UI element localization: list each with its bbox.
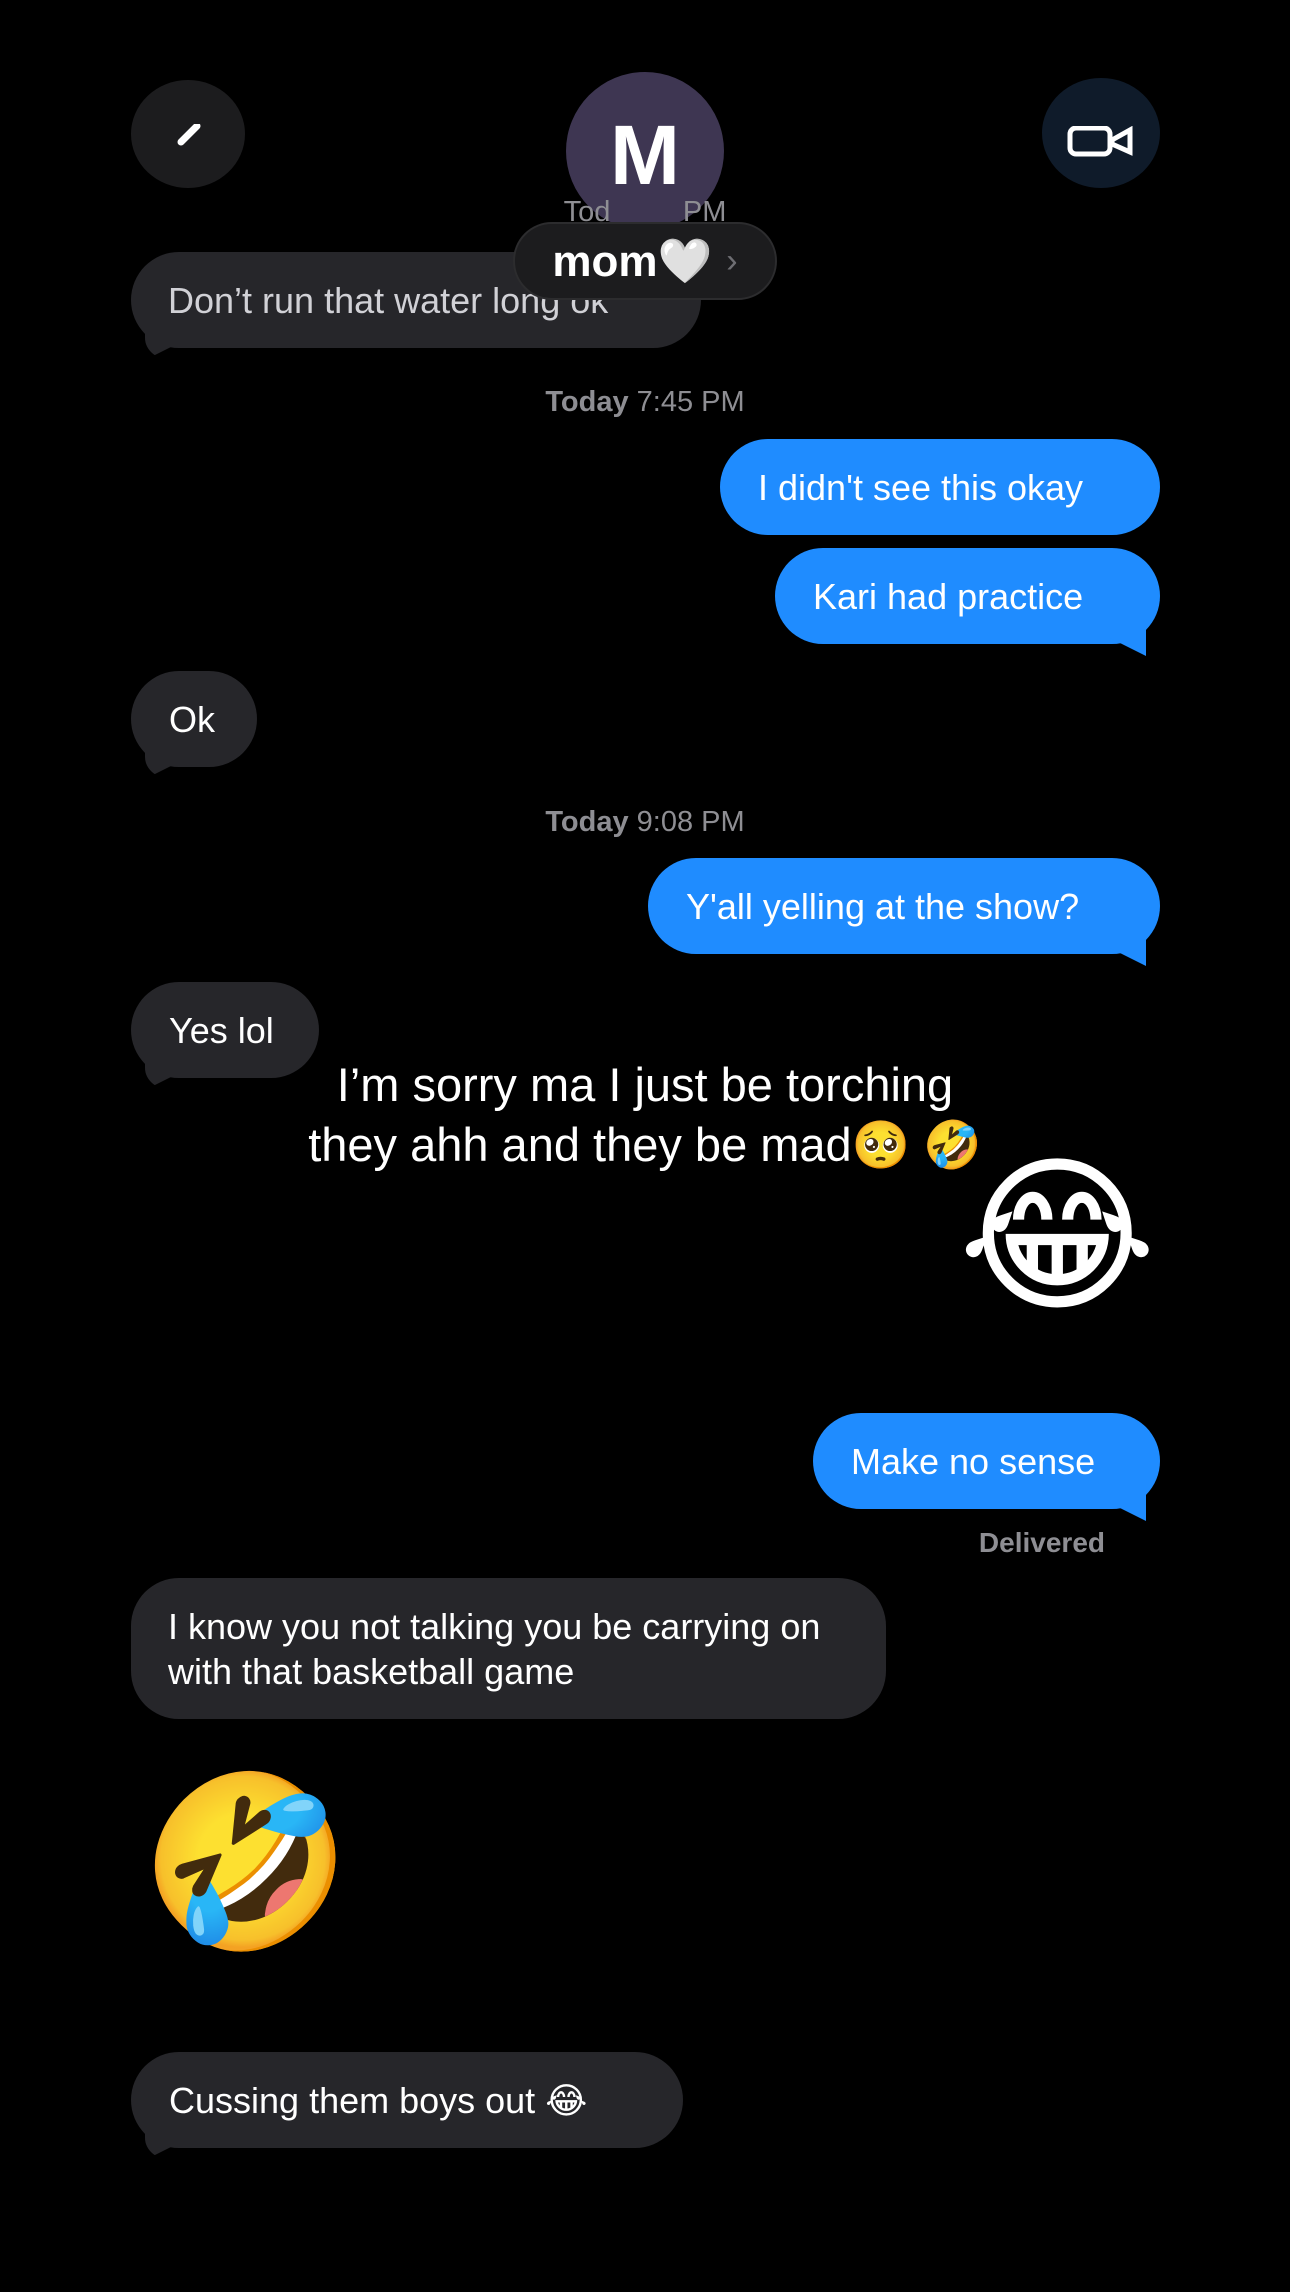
message-text: Y'all yelling at the show?	[686, 885, 1080, 927]
emoji-message-outgoing[interactable]: 😂	[958, 1152, 1157, 1322]
timestamp: Today 9:08 PM	[0, 806, 1290, 839]
message-text: Kari had practice	[813, 575, 1084, 617]
message-text: I didn't see this okay	[758, 466, 1084, 508]
emoji-message-incoming[interactable]: 🤣	[140, 1778, 352, 1948]
message-bubble-outgoing[interactable]: Make no sense	[813, 1413, 1160, 1509]
timestamp-day: Today	[545, 386, 629, 418]
timestamp-day: Today	[545, 806, 629, 838]
timestamp: Today 7:45 PM	[0, 386, 1290, 419]
message-text: Yes lol	[169, 1009, 274, 1051]
chevron-right-icon: ›	[726, 241, 738, 280]
message-bubble-outgoing[interactable]: Kari had practice	[775, 548, 1160, 644]
emoji-text: 🤣	[140, 1768, 352, 1958]
chevron-left-icon	[177, 124, 201, 146]
facetime-button[interactable]	[1042, 78, 1160, 188]
timestamp-time: 7:45 PM	[636, 386, 745, 418]
contact-name: mom🤍	[552, 237, 713, 286]
timestamp-time: 9:08 PM	[636, 806, 745, 838]
message-bubble-outgoing[interactable]: Y'all yelling at the show?	[648, 858, 1160, 954]
avatar-initial: M	[610, 107, 680, 202]
message-text: Cussing them boys out 😂	[169, 2079, 588, 2121]
message-bubble-incoming[interactable]: Ok	[131, 671, 257, 767]
emoji-text: 😂	[958, 1142, 1157, 1332]
contact-name-button[interactable]: mom🤍 ›	[513, 222, 777, 300]
message-text: Ok	[169, 698, 216, 740]
video-camera-icon	[1067, 126, 1133, 157]
message-text: Make no sense	[851, 1440, 1096, 1482]
delivery-status: Delivered	[978, 1527, 1105, 1558]
message-bubble-outgoing[interactable]: I didn't see this okay	[720, 439, 1160, 535]
message-bubble-incoming[interactable]: Cussing them boys out 😂	[131, 2052, 683, 2148]
message-text: I know you not talking you be carrying o…	[168, 1605, 821, 1692]
back-button[interactable]	[131, 80, 245, 188]
message-bubble-incoming[interactable]: I know you not talking you be carrying o…	[131, 1578, 886, 1719]
overlay-caption: I’m sorry ma I just be torching they ahh…	[308, 1058, 982, 1171]
